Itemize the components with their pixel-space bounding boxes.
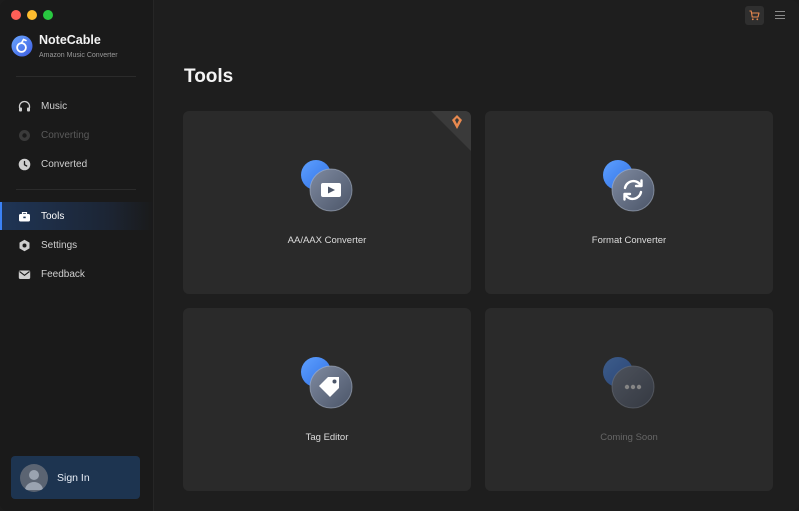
mail-icon [18,268,31,281]
notecable-logo-icon [11,35,33,57]
sidebar-item-tools[interactable]: Tools [0,202,154,230]
menu-button[interactable] [775,10,785,20]
menu-icon-line [775,18,785,19]
sidebar-item-label: Settings [41,239,78,251]
converting-icon [18,129,31,142]
sidebar-item-label: Feedback [41,268,85,280]
menu-icon-line [775,14,785,16]
sidebar-item-music[interactable]: Music [0,92,154,120]
tag-icon [301,357,353,409]
sidebar: NoteCable Amazon Music Converter Music C… [0,0,154,511]
sidebar-item-settings[interactable]: Settings [0,231,154,259]
app-window: NoteCable Amazon Music Converter Music C… [0,0,799,511]
tool-card-tag-editor[interactable]: Tag Editor [183,308,471,491]
store-button[interactable] [745,6,764,25]
tool-card-label: Tag Editor [305,432,349,443]
tool-card-label: AA/AAX Converter [287,235,367,246]
avatar [20,463,48,492]
sidebar-item-converting[interactable]: Converting [0,121,154,149]
tool-card-coming-soon: Coming Soon [485,308,773,491]
window-controls [11,10,53,20]
sidebar-divider [16,189,136,190]
tool-card-label: Coming Soon [600,432,658,443]
sidebar-item-label: Converted [41,158,88,170]
tool-card-format-converter[interactable]: Format Converter [485,111,773,294]
tool-card-label: Format Converter [591,235,667,246]
app-subtitle: Amazon Music Converter [39,52,118,59]
maximize-window-button[interactable] [43,10,53,20]
more-dots-icon [603,357,655,409]
sign-in-button[interactable]: Sign In [11,456,140,499]
sidebar-item-label: Converting [41,129,90,141]
close-window-button[interactable] [11,10,21,20]
clock-icon [18,158,31,171]
sidebar-divider [16,76,136,77]
gear-icon [18,239,31,252]
menu-icon-line [775,11,785,12]
sidebar-item-label: Music [41,100,68,112]
sidebar-item-label: Tools [41,210,65,222]
user-icon [25,469,43,490]
sidebar-item-feedback[interactable]: Feedback [0,260,154,288]
premium-badge [431,111,471,151]
toolbox-icon [18,210,31,223]
cart-icon [749,10,760,21]
headphones-icon [18,100,31,113]
minimize-window-button[interactable] [27,10,37,20]
sidebar-item-converted[interactable]: Converted [0,150,154,178]
page-title: Tools [184,66,234,87]
app-name: NoteCable [39,33,101,47]
audiobook-play-icon [301,160,353,212]
tool-card-aa-aax-converter[interactable]: AA/AAX Converter [183,111,471,294]
brand: NoteCable Amazon Music Converter [11,33,118,60]
sign-in-label: Sign In [57,471,90,484]
refresh-icon [603,160,655,212]
